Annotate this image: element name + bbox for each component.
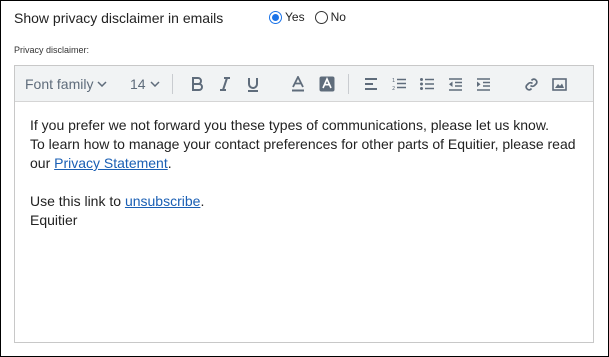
privacy-statement-link[interactable]: Privacy Statement <box>54 155 168 171</box>
disclaimer-line-5: Equitier <box>30 212 78 228</box>
disclaimer-line-3-suffix: . <box>167 155 172 171</box>
privacy-disclaimer-setting-row: Show privacy disclaimer in emails Yes No <box>14 8 598 28</box>
font-family-label: Font family <box>25 76 94 92</box>
bulleted-list-icon <box>419 78 434 90</box>
highlight-color-button[interactable] <box>318 66 336 102</box>
radio-yes[interactable]: Yes <box>269 10 305 24</box>
numbered-list-button[interactable]: 12 <box>391 66 407 102</box>
disclaimer-line-4-suffix: . <box>200 193 205 209</box>
chevron-down-icon <box>150 81 160 87</box>
radio-yes-circle[interactable] <box>269 10 282 24</box>
text-color-icon <box>292 76 304 92</box>
underline-button[interactable] <box>245 66 261 102</box>
unsubscribe-link[interactable]: unsubscribe <box>125 193 201 209</box>
radio-no-circle[interactable] <box>314 10 328 24</box>
toolbar-divider <box>172 74 173 94</box>
increase-indent-button[interactable] <box>475 66 491 102</box>
numbered-list-icon: 12 <box>392 78 406 91</box>
bold-button[interactable] <box>189 66 205 102</box>
editor-content-area[interactable]: If you prefer we not forward you these t… <box>30 116 581 230</box>
editor-toolbar: Font family 14 1 2 <box>15 66 593 102</box>
disclaimer-line-1: If you prefer we not forward you these t… <box>30 117 550 133</box>
image-icon <box>551 77 567 91</box>
italic-icon <box>220 77 230 91</box>
align-left-button[interactable] <box>363 66 379 102</box>
highlight-color-icon <box>319 76 335 92</box>
disclaimer-line-2: To learn how to manage your contact pref… <box>30 136 576 152</box>
text-color-button[interactable] <box>290 66 306 102</box>
link-icon <box>524 77 538 91</box>
insert-link-button[interactable] <box>523 66 539 102</box>
svg-text:1: 1 <box>392 78 395 84</box>
font-size-dropdown[interactable]: 14 <box>130 66 160 102</box>
bold-icon <box>192 77 203 91</box>
toolbar-divider <box>348 74 349 94</box>
settings-panel: Show privacy disclaimer in emails Yes No… <box>0 0 609 357</box>
rich-text-editor: Font family 14 1 2 If you prefer we not … <box>14 65 594 343</box>
font-size-label: 14 <box>130 76 146 92</box>
radio-yes-label[interactable]: Yes <box>285 10 305 24</box>
privacy-disclaimer-radio-group: Yes No <box>269 10 356 24</box>
disclaimer-line-4: Use this link to unsubscribe. <box>30 192 581 211</box>
font-family-dropdown[interactable]: Font family <box>25 66 107 102</box>
indent-icon <box>476 77 490 91</box>
radio-no-label[interactable]: No <box>331 10 346 24</box>
decrease-indent-button[interactable] <box>447 66 463 102</box>
disclaimer-line-3-prefix: our <box>30 155 55 171</box>
outdent-icon <box>448 77 462 91</box>
svg-text:2: 2 <box>392 86 395 91</box>
disclaimer-line-3: our Privacy Statement. <box>30 154 581 173</box>
underline-icon <box>248 77 258 92</box>
bulleted-list-button[interactable] <box>419 66 435 102</box>
show-privacy-disclaimer-label: Show privacy disclaimer in emails <box>14 10 224 26</box>
disclaimer-line-4-prefix: Use this link to <box>30 193 125 209</box>
italic-button[interactable] <box>217 66 233 102</box>
privacy-disclaimer-field-label: Privacy disclaimer: <box>14 45 90 55</box>
chevron-down-icon <box>97 81 107 87</box>
insert-image-button[interactable] <box>551 66 567 102</box>
align-left-icon <box>365 78 377 90</box>
radio-no[interactable]: No <box>314 10 346 24</box>
